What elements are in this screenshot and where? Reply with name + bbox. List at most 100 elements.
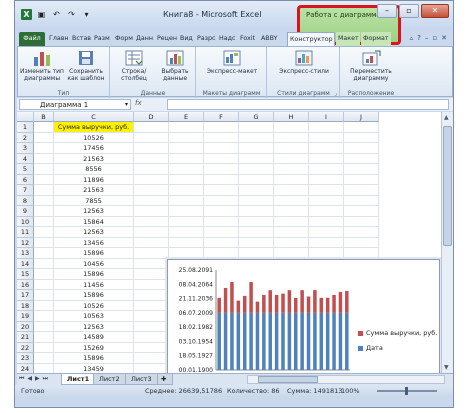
cell[interactable] [204,248,239,259]
cell[interactable] [134,153,169,164]
value-cell[interactable]: 10526 [54,300,134,311]
column-header[interactable]: H [274,112,309,122]
cell[interactable] [309,227,344,238]
bar-date[interactable] [319,312,324,370]
cell[interactable] [34,363,54,373]
value-cell[interactable]: 15864 [54,216,134,227]
cell[interactable] [309,216,344,227]
cell[interactable] [344,216,379,227]
cell[interactable] [274,132,309,143]
cell[interactable] [169,153,204,164]
cell[interactable] [239,153,274,164]
cell[interactable] [134,332,169,343]
cell[interactable] [309,174,344,185]
bar-date[interactable] [242,312,247,370]
bar-revenue[interactable] [345,291,349,313]
bar-revenue[interactable] [281,293,285,313]
cell[interactable] [344,237,379,248]
row-header[interactable]: 19 [17,311,34,322]
cell[interactable] [309,237,344,248]
bar-revenue[interactable] [230,282,234,313]
cell[interactable] [239,216,274,227]
cell[interactable] [204,237,239,248]
cell[interactable] [34,321,54,332]
cell[interactable] [344,122,379,133]
tab-home[interactable]: Главн [47,32,69,46]
cell[interactable] [274,227,309,238]
tab-review[interactable]: Рецен [155,32,177,46]
doc-close-icon[interactable]: ✕ [441,34,447,42]
bar-revenue[interactable] [332,294,336,313]
cell[interactable] [134,279,169,290]
bar-revenue[interactable] [217,297,221,313]
last-sheet-icon[interactable]: ⏭ [43,375,48,383]
doc-restore-icon[interactable]: ▫ [432,34,437,42]
column-header[interactable]: E [169,112,204,122]
scroll-down-icon[interactable]: ▼ [444,364,449,371]
tab-addins[interactable]: Надс [217,32,237,46]
maximize-button[interactable]: ▫ [399,4,419,18]
cell[interactable] [309,248,344,259]
cell[interactable] [239,237,274,248]
value-cell[interactable]: 11456 [54,279,134,290]
value-cell[interactable]: 12563 [54,321,134,332]
undo-icon[interactable]: ↶ [51,9,62,20]
bar-date[interactable] [306,312,311,370]
cell[interactable] [344,132,379,143]
column-header[interactable]: I [309,112,344,122]
cell[interactable] [134,143,169,154]
cell[interactable] [169,164,204,175]
cell[interactable] [34,269,54,280]
row-header[interactable]: 9 [17,206,34,217]
tab-developer[interactable]: Разрс [195,32,216,46]
tab-layout[interactable]: Макет [336,32,360,46]
tab-file[interactable]: Файл [19,32,45,46]
cell[interactable] [344,185,379,196]
row-header[interactable]: 15 [17,269,34,280]
name-box[interactable]: Диаграмма 1 ▾ [19,99,131,110]
cell[interactable] [344,143,379,154]
bar-revenue[interactable] [300,290,304,313]
tab-design[interactable]: Конструктор [287,32,335,46]
cell[interactable] [34,332,54,343]
cell[interactable] [134,195,169,206]
cell[interactable] [309,122,344,133]
save-icon[interactable]: ▣ [36,9,47,20]
cell[interactable] [204,153,239,164]
cell[interactable] [344,174,379,185]
cell[interactable] [169,132,204,143]
row-header[interactable]: 8 [17,195,34,206]
cell[interactable] [204,174,239,185]
column-header[interactable]: C [54,112,134,122]
cell[interactable] [274,164,309,175]
cell[interactable] [204,227,239,238]
value-cell[interactable]: 17456 [54,143,134,154]
cell[interactable] [134,269,169,280]
bar-revenue[interactable] [262,294,266,313]
value-cell[interactable]: 12563 [54,206,134,217]
cell[interactable] [134,311,169,322]
first-sheet-icon[interactable]: ⏮ [19,375,24,383]
cell[interactable] [34,195,54,206]
cell[interactable] [134,363,169,373]
minimize-ribbon-icon[interactable]: ▵ [410,34,414,42]
row-header[interactable]: 6 [17,174,34,185]
tab-format[interactable]: Формат [361,32,391,46]
hscroll-thumb[interactable] [258,376,318,383]
value-cell[interactable]: 21563 [54,185,134,196]
bar-date[interactable] [268,312,272,370]
sheet-tab-3[interactable]: Лист3 [125,374,158,385]
cell[interactable] [344,195,379,206]
select-data-button[interactable]: Выбрать данные [155,49,195,82]
sheet-tab-1[interactable]: Лист1 [61,374,96,385]
cell[interactable] [34,174,54,185]
cell[interactable] [309,132,344,143]
save-as-template-button[interactable]: Сохранить как шаблон [64,49,108,82]
value-cell[interactable]: 14589 [54,332,134,343]
cell[interactable] [34,258,54,269]
row-header[interactable]: 7 [17,185,34,196]
column-header[interactable]: B [34,112,54,122]
value-cell[interactable]: 12563 [54,227,134,238]
tab-formulas[interactable]: Форм [113,32,133,46]
bar-revenue[interactable] [249,282,253,313]
